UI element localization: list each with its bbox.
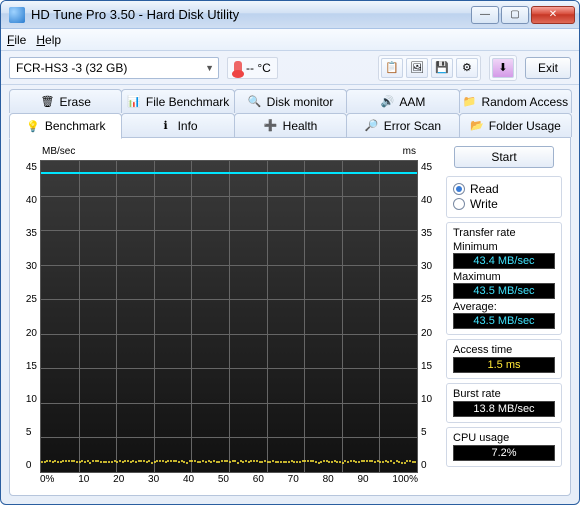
toolbar: FCR-HS3 -3 (32 GB) ▼ -- °C 📋 🖼 💾 ⚙ ⬇ Exi… <box>1 51 579 85</box>
thermometer-icon <box>234 61 242 75</box>
temperature-display: -- °C <box>227 57 278 79</box>
stat-burst-rate: 13.8 MB/sec <box>453 401 555 417</box>
tab-disk-monitor[interactable]: 🔍 Disk monitor <box>234 89 347 113</box>
y-axis-left: 454035302520151050 <box>18 146 40 487</box>
y-axis-right: 454035302520151050 <box>418 146 440 487</box>
tab-icon: 📊 <box>127 95 141 109</box>
tab-erase[interactable]: 🗑 Erase <box>9 89 122 113</box>
menubar: File Help <box>1 29 579 51</box>
toolbar-actions: 📋 🖼 💾 ⚙ <box>378 55 481 81</box>
tab-health[interactable]: ➕ Health <box>234 113 347 137</box>
tab-icon: ℹ <box>159 119 173 133</box>
tab-aam[interactable]: 🔊 AAM <box>346 89 459 113</box>
save-button[interactable]: 💾 <box>431 58 453 78</box>
start-button[interactable]: Start <box>454 146 554 168</box>
transfer-rate-group: Transfer rate Minimum 43.4 MB/sec Maximu… <box>446 222 562 335</box>
tab-label: Benchmark <box>45 119 106 133</box>
app-window: HD Tune Pro 3.50 - Hard Disk Utility — ▢… <box>0 0 580 505</box>
burst-rate-group: Burst rate 13.8 MB/sec <box>446 383 562 423</box>
tab-info[interactable]: ℹ Info <box>121 113 234 137</box>
stats-sidebar: Start Read Write Transfer rate Minimum <box>446 146 562 487</box>
temperature-value: -- °C <box>246 61 271 75</box>
tab-label: Disk monitor <box>267 95 334 109</box>
tab-random-access[interactable]: 📁 Random Access <box>459 89 572 113</box>
tab-row-top: 🗑 Erase 📊 File Benchmark 🔍 Disk monitor 🔊 AAM 📁 R… <box>9 89 571 113</box>
y-axis-left-label: MB/sec <box>42 146 75 160</box>
menu-file[interactable]: File <box>7 33 26 47</box>
stat-cpu-usage: 7.2% <box>453 445 555 461</box>
tab-icon: 💡 <box>26 119 40 133</box>
chart-area: 454035302520151050 MB/sec ms 0%102030405… <box>18 146 440 487</box>
maximize-button[interactable]: ▢ <box>501 6 529 24</box>
drive-select[interactable]: FCR-HS3 -3 (32 GB) ▼ <box>9 57 219 79</box>
stat-maximum: 43.5 MB/sec <box>453 283 555 299</box>
benchmark-plot <box>40 160 418 473</box>
mode-select: Read Write <box>446 176 562 218</box>
options-button[interactable]: ⚙ <box>456 58 478 78</box>
drive-label: FCR-HS3 -3 (32 GB) <box>16 61 127 75</box>
stat-minimum: 43.4 MB/sec <box>453 253 555 269</box>
minimize-button[interactable]: — <box>471 6 499 24</box>
tab-error-scan[interactable]: 🔎 Error Scan <box>346 113 459 137</box>
tab-label: File Benchmark <box>146 95 229 109</box>
window-title: HD Tune Pro 3.50 - Hard Disk Utility <box>31 7 465 22</box>
tab-label: AAM <box>399 95 425 109</box>
tab-icon: 📁 <box>462 95 476 109</box>
tabs-container: 🗑 Erase 📊 File Benchmark 🔍 Disk monitor 🔊 AAM 📁 R… <box>1 85 579 504</box>
tab-label: Erase <box>60 95 91 109</box>
cpu-usage-group: CPU usage 7.2% <box>446 427 562 467</box>
tab-benchmark[interactable]: 💡 Benchmark <box>9 113 122 139</box>
copy-screenshot-button[interactable]: 🖼 <box>406 58 428 78</box>
access-time-group: Access time 1.5 ms <box>446 339 562 379</box>
tab-label: Health <box>283 119 318 133</box>
tab-label: Folder Usage <box>489 119 561 133</box>
y-axis-right-label: ms <box>403 146 416 160</box>
radio-write[interactable]: Write <box>453 197 555 211</box>
x-axis-ticks: 0%102030405060708090100% <box>40 473 418 487</box>
tab-icon: 📂 <box>470 119 484 133</box>
tab-icon: ➕ <box>264 119 278 133</box>
tab-file-benchmark[interactable]: 📊 File Benchmark <box>121 89 234 113</box>
tab-label: Info <box>178 119 198 133</box>
tab-icon: 🔊 <box>380 95 394 109</box>
app-icon <box>9 7 25 23</box>
tab-icon: 🔍 <box>248 95 262 109</box>
tab-row-bottom: 💡 Benchmark ℹ Info ➕ Health 🔎 Error Scan 📂 Folder… <box>9 113 571 137</box>
window-controls: — ▢ ✕ <box>471 6 575 24</box>
titlebar: HD Tune Pro 3.50 - Hard Disk Utility — ▢… <box>1 1 579 29</box>
benchmark-panel: 454035302520151050 MB/sec ms 0%102030405… <box>9 137 571 496</box>
tab-icon: 🗑 <box>41 95 55 109</box>
chevron-down-icon: ▼ <box>205 63 214 73</box>
close-button[interactable]: ✕ <box>531 6 575 24</box>
stat-access-time: 1.5 ms <box>453 357 555 373</box>
copy-info-button[interactable]: 📋 <box>381 58 403 78</box>
tab-folder-usage[interactable]: 📂 Folder Usage <box>459 113 572 137</box>
radio-read[interactable]: Read <box>453 182 555 196</box>
tab-label: Error Scan <box>384 119 441 133</box>
tab-label: Random Access <box>481 95 568 109</box>
exit-button[interactable]: Exit <box>525 57 571 79</box>
tab-icon: 🔎 <box>365 119 379 133</box>
radio-icon <box>453 183 465 195</box>
toolbar-misc: ⬇ <box>489 55 517 81</box>
menu-help[interactable]: Help <box>36 33 61 47</box>
stat-average: 43.5 MB/sec <box>453 313 555 329</box>
temp-log-button[interactable]: ⬇ <box>492 58 514 78</box>
radio-icon <box>453 198 465 210</box>
